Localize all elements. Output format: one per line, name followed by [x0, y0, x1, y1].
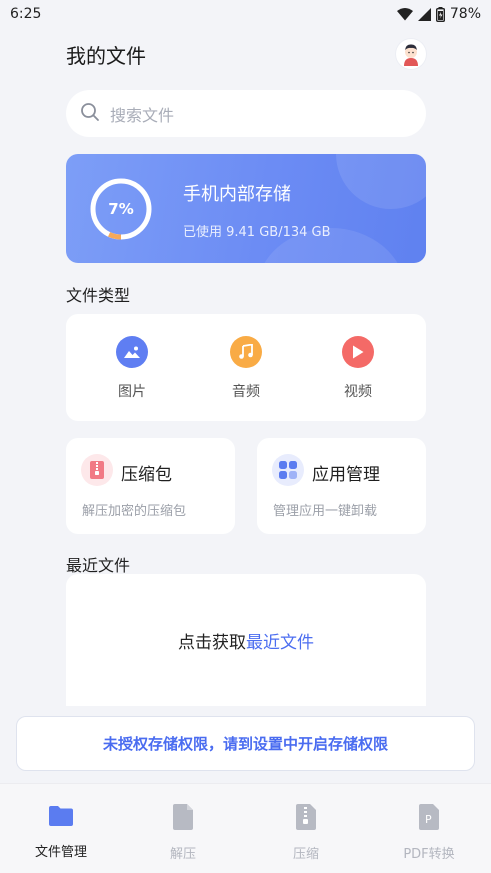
- app-manager-title: 应用管理: [312, 465, 380, 485]
- page-title: 我的文件: [66, 43, 146, 68]
- bottom-tab-bar: 文件管理 解压 压缩 P PDF转换: [0, 783, 491, 873]
- battery-level: 78%: [449, 6, 481, 22]
- file-types-heading: 文件类型: [66, 286, 131, 305]
- storage-permission-banner[interactable]: 未授权存储权限，请到设置中开启存储权限: [16, 716, 475, 771]
- permission-message: 未授权存储权限，请到设置中开启存储权限: [102, 735, 388, 753]
- tab-file-manager[interactable]: 文件管理: [11, 804, 111, 860]
- storage-usage-ring: 7%: [88, 176, 154, 242]
- file-types-card: 图片 音频 视频: [66, 314, 426, 421]
- archive-tool-title: 压缩包: [121, 465, 172, 485]
- recent-files-heading: 最近文件: [66, 556, 131, 575]
- archive-tool-card[interactable]: 压缩包 解压加密的压缩包: [66, 438, 235, 534]
- svg-text:P: P: [425, 813, 432, 826]
- wifi-icon: [396, 7, 413, 21]
- image-icon: [116, 336, 148, 368]
- search-icon: [80, 102, 100, 126]
- archive-tool-desc: 解压加密的压缩包: [82, 504, 187, 519]
- app-manager-desc: 管理应用一键卸载: [273, 504, 378, 519]
- status-icons: 78%: [396, 6, 481, 22]
- search-input[interactable]: 搜索文件: [66, 90, 426, 137]
- user-avatar-icon: [404, 44, 418, 66]
- storage-percent: 7%: [108, 200, 134, 218]
- tab-compress[interactable]: 压缩: [256, 804, 356, 862]
- tab-pdf-convert[interactable]: P PDF转换: [379, 804, 479, 862]
- music-note-icon: [230, 336, 262, 368]
- search-placeholder: 搜索文件: [110, 105, 175, 125]
- avatar[interactable]: [396, 39, 426, 69]
- storage-usage-text: 已使用 9.41 GB/134 GB: [183, 225, 331, 240]
- file-type-images[interactable]: 图片: [92, 336, 172, 401]
- play-icon: [342, 336, 374, 368]
- cell-signal-icon: [417, 7, 431, 21]
- app-manager-card[interactable]: 应用管理 管理应用一键卸载: [257, 438, 426, 534]
- tab-label: 压缩: [292, 847, 319, 862]
- tab-label: 解压: [169, 847, 196, 862]
- file-type-label: 图片: [118, 384, 146, 400]
- zip-icon: [294, 804, 318, 834]
- file-type-label: 音频: [232, 384, 260, 400]
- recent-files-card: 点击获取 最近文件: [66, 574, 426, 706]
- zip-file-icon: [81, 454, 113, 486]
- recent-files-link[interactable]: 最近文件: [246, 628, 314, 653]
- folder-icon: [48, 804, 74, 832]
- status-bar: 6:25 78%: [0, 0, 491, 28]
- status-time: 6:25: [10, 6, 42, 22]
- decorative-circle: [336, 154, 426, 209]
- internal-storage-card[interactable]: 7% 手机内部存储 已使用 9.41 GB/134 GB: [66, 154, 426, 263]
- app-grid-icon: [272, 454, 304, 486]
- file-type-video[interactable]: 视频: [318, 336, 398, 401]
- header: 我的文件: [66, 36, 426, 72]
- pdf-icon: P: [417, 804, 441, 834]
- file-type-audio[interactable]: 音频: [206, 336, 286, 401]
- tab-extract[interactable]: 解压: [133, 804, 233, 862]
- tab-label: PDF转换: [403, 847, 455, 862]
- recent-files-prompt: 点击获取: [178, 632, 246, 653]
- storage-title: 手机内部存储: [183, 184, 291, 205]
- battery-icon: [435, 6, 445, 22]
- tab-label: 文件管理: [34, 845, 87, 860]
- file-type-label: 视频: [344, 384, 372, 400]
- document-icon: [171, 804, 195, 834]
